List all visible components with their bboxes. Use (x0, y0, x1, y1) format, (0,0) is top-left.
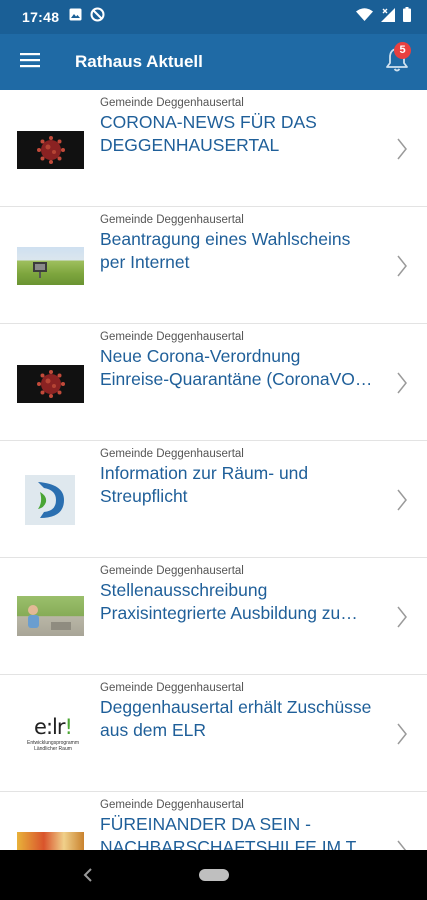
news-item[interactable]: Gemeinde Deggenhausertal FÜREINANDER DA … (0, 792, 427, 850)
coronavirus-image (17, 365, 84, 403)
news-title: Deggenhausertal erhält Zuschüsse aus dem… (100, 697, 372, 740)
chevron-right-icon (397, 606, 407, 628)
coronavirus-image (17, 131, 84, 169)
wifi-icon (356, 8, 373, 26)
menu-button[interactable] (0, 34, 60, 90)
news-title: Beantragung eines Wahlscheins per Intern… (100, 229, 351, 272)
news-title: CORONA-NEWS FÜR DAS DEGGENHAUSERTAL (100, 112, 317, 155)
hamburger-menu-icon (20, 52, 40, 73)
chevron-right-icon (397, 372, 407, 394)
news-title: FÜREINANDER DA SEIN - NACHBARSCHAFTSHILF… (100, 814, 374, 850)
news-source: Gemeinde Deggenhausertal (100, 331, 244, 343)
child-outdoors-image (17, 596, 84, 636)
app-bar: Rathaus Aktuell 5 (0, 34, 427, 90)
chevron-right-icon (397, 840, 407, 850)
app-title: Rathaus Aktuell (75, 52, 203, 71)
status-time: 17:48 (22, 9, 60, 25)
news-title: Neue Corona-Verordnung Einreise-Quarantä… (100, 346, 373, 389)
news-list: Gemeinde Deggenhausertal CORONA-NEWS FÜR… (0, 90, 427, 850)
news-item[interactable]: Gemeinde Deggenhausertal CORONA-NEWS FÜR… (0, 90, 427, 207)
food-image (17, 832, 84, 850)
news-title: Information zur Räum- und Streupflicht (100, 463, 309, 506)
news-source: Gemeinde Deggenhausertal (100, 799, 244, 811)
municipality-logo-image (25, 475, 75, 525)
system-nav-bar (0, 850, 427, 900)
home-pill-icon[interactable] (199, 869, 229, 881)
back-triangle-icon[interactable] (80, 865, 96, 885)
news-source: Gemeinde Deggenhausertal (100, 214, 244, 226)
news-source: Gemeinde Deggenhausertal (100, 682, 244, 694)
news-source: Gemeinde Deggenhausertal (100, 448, 244, 460)
news-source: Gemeinde Deggenhausertal (100, 97, 244, 109)
news-title: Stellenausschreibung Praxisintegrierte A… (100, 580, 358, 623)
chevron-right-icon (397, 489, 407, 511)
news-item[interactable]: Gemeinde Deggenhausertal Information zur… (0, 441, 427, 558)
notifications-button[interactable]: 5 (377, 38, 417, 86)
field-landscape-image (17, 247, 84, 285)
news-item[interactable]: Gemeinde Deggenhausertal Beantragung ein… (0, 207, 427, 324)
news-item[interactable]: Gemeinde Deggenhausertal Stellenausschre… (0, 558, 427, 675)
signal-icon (381, 7, 395, 27)
news-item[interactable]: e:lr! Entwicklungsprogramm Ländlicher Ra… (0, 675, 427, 792)
chevron-right-icon (397, 255, 407, 277)
chevron-right-icon (397, 723, 407, 745)
no-sync-icon (90, 7, 105, 27)
notification-badge: 5 (394, 42, 411, 59)
image-icon (69, 8, 82, 26)
elr-logo-image: e:lr! Entwicklungsprogramm Ländlicher Ra… (20, 709, 86, 759)
news-item[interactable]: Gemeinde Deggenhausertal Neue Corona-Ver… (0, 324, 427, 441)
battery-icon (403, 7, 411, 27)
chevron-right-icon (397, 138, 407, 160)
news-source: Gemeinde Deggenhausertal (100, 565, 244, 577)
status-bar: 17:48 (0, 0, 427, 34)
